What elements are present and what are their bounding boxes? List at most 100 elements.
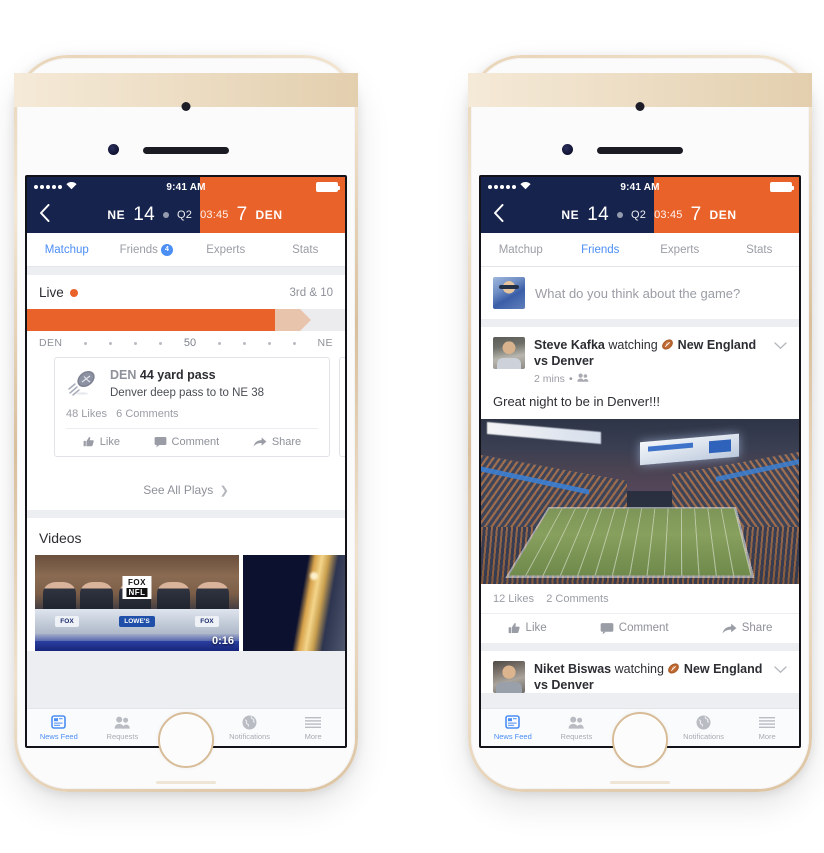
yard-midfield-label: 50 (183, 337, 197, 349)
tab-friends-badge: 4 (160, 243, 173, 256)
post-author-avatar[interactable] (493, 660, 525, 693)
back-chevron-icon[interactable] (39, 204, 57, 226)
nav-notifications[interactable]: Notifications (672, 715, 736, 741)
nav-more[interactable]: More (281, 715, 345, 741)
play-card-carousel[interactable]: DEN 44 yard pass Denver deep pass to to … (27, 357, 345, 472)
share-label: Share (271, 436, 302, 449)
post-meta-row: 2 mins • (534, 373, 765, 385)
home-button[interactable] (158, 712, 214, 768)
status-bar-clock: 9:41 AM (166, 181, 206, 193)
chevron-down-icon[interactable] (774, 661, 787, 677)
post-engagement-counts: 12 Likes 2 Comments (481, 584, 799, 613)
share-label: Share (741, 622, 773, 634)
friend-requests-icon (114, 715, 131, 730)
gold-closeup-thumbnail[interactable] (243, 555, 345, 651)
share-button[interactable]: Share (722, 622, 773, 635)
play-card-counts: 48 Likes 6 Comments (66, 399, 318, 428)
tab-friends[interactable]: Friends (561, 233, 641, 266)
tab-experts[interactable]: Experts (640, 233, 720, 266)
more-hamburger-icon (305, 715, 322, 730)
nav-notifications-label: Notifications (229, 731, 270, 741)
yard-tick-icon (158, 341, 162, 345)
nav-news-feed[interactable]: News Feed (27, 715, 91, 741)
tab-experts[interactable]: Experts (186, 233, 266, 266)
live-drive-card: Live 3rd & 10 DEN 50 NE DEN 44 yard pass… (27, 275, 345, 510)
fox-nfl-studio-thumbnail[interactable]: FOX NFL FOX LOWE'S FOX 0:16 (35, 555, 239, 651)
status-composer[interactable]: What do you think about the game? (481, 267, 799, 319)
chevron-right-icon: ❯ (219, 485, 229, 497)
friend-requests-icon (568, 715, 585, 730)
post-action-verb: watching (614, 661, 664, 676)
tab-experts-label: Experts (660, 243, 700, 256)
down-and-distance: 3rd & 10 (289, 286, 333, 299)
post-timestamp: 2 mins (534, 372, 565, 385)
comment-button[interactable]: Comment (600, 622, 669, 635)
thumbs-up-icon (83, 437, 94, 447)
tab-matchup[interactable]: Matchup (27, 233, 107, 266)
nav-more[interactable]: More (735, 715, 799, 741)
tab-matchup[interactable]: Matchup (481, 233, 561, 266)
tab-friends-label: Friends (119, 243, 158, 256)
nav-notifications[interactable]: Notifications (218, 715, 282, 741)
tab-stats[interactable]: Stats (266, 233, 346, 266)
matchup-feed[interactable]: Live 3rd & 10 DEN 50 NE DEN 44 yard pass… (27, 267, 345, 746)
share-button[interactable]: Share (253, 436, 301, 448)
post-headline: Steve Kafka watching New England vs Denv… (534, 337, 765, 370)
post-author-avatar[interactable] (493, 337, 525, 369)
home-button[interactable] (612, 712, 668, 768)
play-card[interactable]: 4 (339, 357, 345, 457)
comment-label: Comment (618, 622, 669, 634)
tab-stats-label: Stats (292, 243, 319, 256)
tab-stats[interactable]: Stats (720, 233, 800, 266)
game-period: Q2 (176, 209, 193, 221)
home-team-abbr: DEN (709, 208, 737, 222)
feed-spacer (27, 267, 345, 275)
back-chevron-icon[interactable] (493, 204, 511, 226)
nav-requests[interactable]: Requests (545, 715, 609, 741)
feed-spacer (27, 510, 345, 518)
home-team-score: 7 (690, 204, 702, 225)
silent-switch[interactable] (468, 55, 812, 73)
post-author-name[interactable]: Steve Kafka (534, 338, 605, 352)
friends-audience-icon[interactable] (576, 373, 589, 385)
play-card-action-bar: Like Comment Share (66, 427, 318, 456)
chevron-down-icon[interactable] (774, 337, 787, 353)
yard-tick-icon (217, 341, 221, 345)
thumbs-up-icon (508, 622, 520, 633)
yard-tick-icon (267, 341, 271, 345)
iphone-device-right: 9:41 AM NE 14 Q2 03:45 7 DEN Matchup Fri… (468, 55, 812, 792)
videos-section-title: Videos (27, 518, 345, 555)
score-header: NE 14 Q2 03:45 7 DEN (481, 197, 799, 233)
field-progress-bar (27, 309, 345, 331)
comment-bubble-icon (600, 622, 614, 634)
game-clock: 03:45 (654, 209, 683, 221)
tab-friends-label: Friends (581, 243, 620, 256)
composer-input[interactable]: What do you think about the game? (535, 286, 740, 301)
nav-news-feed-label: News Feed (493, 731, 532, 741)
nav-news-feed[interactable]: News Feed (481, 715, 545, 741)
feed-spacer (481, 642, 799, 651)
play-card[interactable]: DEN 44 yard pass Denver deep pass to to … (54, 357, 330, 457)
denver-stadium-night-photo[interactable] (481, 418, 799, 584)
yard-tick-icon (84, 341, 88, 345)
feed-post: Steve Kafka watching New England vs Denv… (481, 327, 799, 643)
post-body-text: Great night to be in Denver!!! (493, 393, 660, 409)
game-clock: 03:45 (200, 209, 229, 221)
videos-row[interactable]: FOX NFL FOX LOWE'S FOX 0:16 (27, 555, 345, 651)
live-dot-icon (69, 288, 78, 297)
friends-feed[interactable]: What do you think about the game? Steve … (481, 267, 799, 746)
nav-requests[interactable]: Requests (91, 715, 155, 741)
status-bar: 9:41 AM (27, 177, 345, 197)
away-team-abbr: NE (561, 208, 580, 222)
comment-button[interactable]: Comment (154, 436, 219, 448)
like-button[interactable]: Like (508, 622, 547, 635)
status-bar-clock: 9:41 AM (620, 181, 660, 193)
post-author-name[interactable]: Niket Biswas (534, 662, 611, 676)
battery-icon (770, 182, 794, 192)
tab-friends[interactable]: Friends 4 (107, 233, 187, 266)
like-button[interactable]: Like (83, 436, 120, 448)
see-all-plays-button[interactable]: See All Plays ❯ (27, 472, 345, 510)
home-team-abbr: DEN (255, 208, 283, 222)
silent-switch[interactable] (14, 55, 358, 73)
yard-tick-icon (242, 341, 246, 345)
